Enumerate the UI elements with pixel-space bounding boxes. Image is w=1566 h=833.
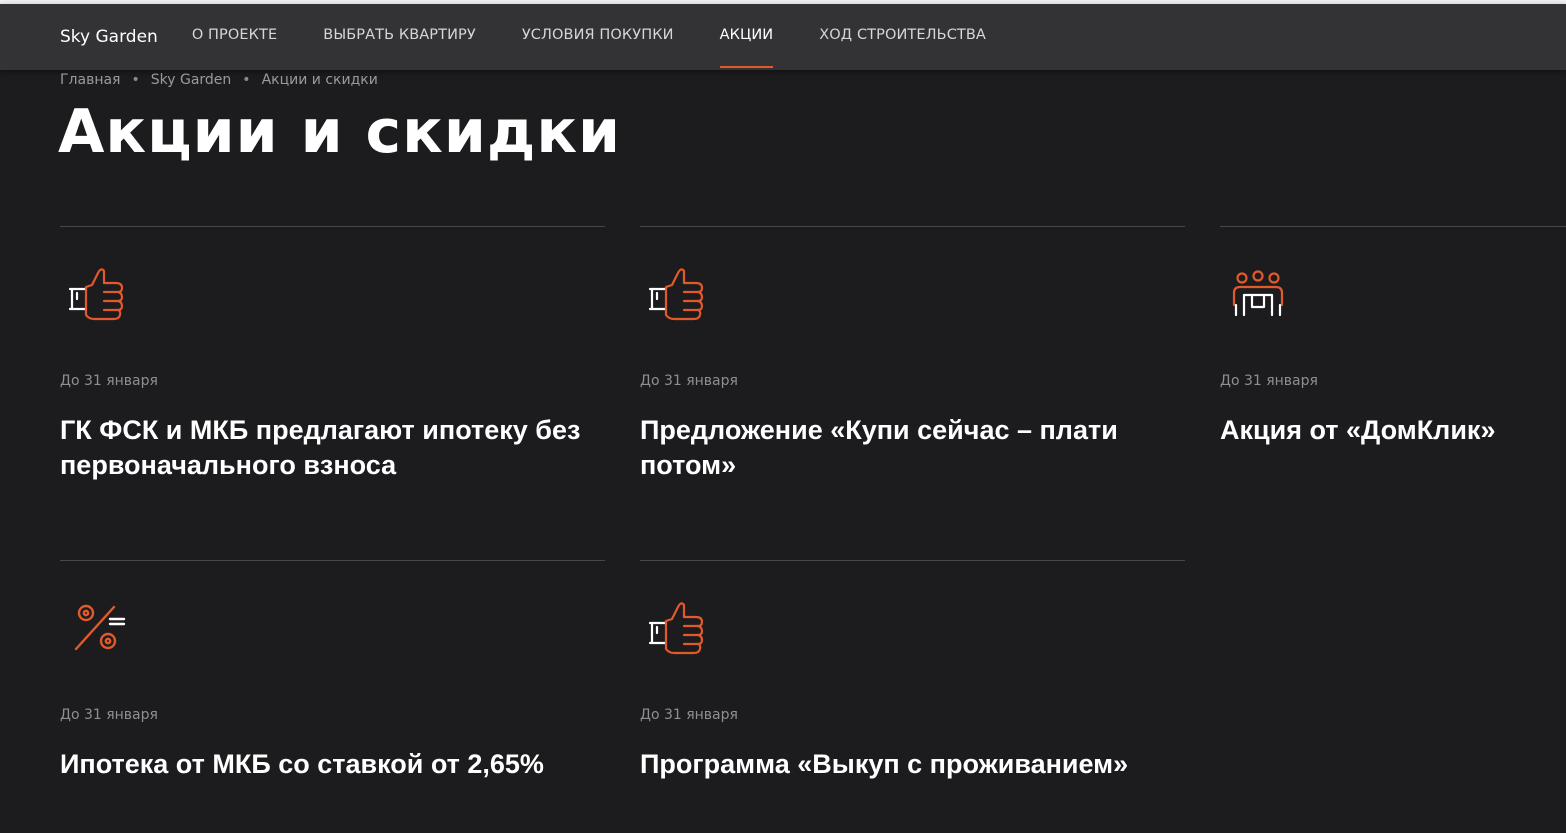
promo-date: До 31 января xyxy=(60,373,158,389)
thumbs-up-icon xyxy=(68,268,124,321)
nav-item-construction-progress[interactable]: ХОД СТРОИТЕЛЬСТВА xyxy=(819,4,986,70)
page-title: Акции и скидки xyxy=(58,97,622,167)
breadcrumb-separator: • xyxy=(242,72,251,88)
people-at-table-icon xyxy=(1232,270,1284,317)
nav-item-purchase-terms[interactable]: УСЛОВИЯ ПОКУПКИ xyxy=(522,4,674,70)
promo-card[interactable]: До 31 января Предложение «Купи сейчас – … xyxy=(640,226,1185,547)
breadcrumb-home[interactable]: Главная xyxy=(60,72,120,88)
brand-link[interactable]: Sky Garden xyxy=(60,27,158,47)
nav-item-about[interactable]: О ПРОЕКТЕ xyxy=(192,4,277,70)
thumbs-up-icon xyxy=(648,268,704,321)
promo-title[interactable]: ГК ФСК и МКБ предлагают ипотеку без перв… xyxy=(60,413,605,483)
promo-date: До 31 января xyxy=(640,373,738,389)
promo-date: До 31 января xyxy=(640,707,738,723)
nav-menu: Sky Garden О ПРОЕКТЕ ВЫБРАТЬ КВАРТИРУ УС… xyxy=(60,4,1032,70)
nav-item-choose-apartment[interactable]: ВЫБРАТЬ КВАРТИРУ xyxy=(323,4,476,70)
promo-card[interactable]: До 31 января Ипотека от МКБ со ставкой о… xyxy=(60,560,605,833)
promo-date: До 31 января xyxy=(60,707,158,723)
breadcrumb: Главная • Sky Garden • Акции и скидки xyxy=(60,70,378,90)
promo-title[interactable]: Ипотека от МКБ со ставкой от 2,65% xyxy=(60,747,605,782)
promo-card[interactable]: До 31 января ГК ФСК и МКБ предлагают ипо… xyxy=(60,226,605,547)
promo-title[interactable]: Акция от «ДомКлик» xyxy=(1220,413,1560,448)
promo-card[interactable]: До 31 января Программа «Выкуп с проживан… xyxy=(640,560,1185,833)
promo-card[interactable]: До 31 января Акция от «ДомКлик» xyxy=(1220,226,1566,547)
promo-date: До 31 января xyxy=(1220,373,1318,389)
top-navbar: Sky Garden О ПРОЕКТЕ ВЫБРАТЬ КВАРТИРУ УС… xyxy=(0,4,1566,70)
percent-icon xyxy=(74,604,126,651)
breadcrumb-project[interactable]: Sky Garden xyxy=(151,72,232,88)
nav-item-promotions[interactable]: АКЦИИ xyxy=(719,4,774,70)
breadcrumb-separator: • xyxy=(131,72,140,88)
thumbs-up-icon xyxy=(648,602,704,655)
promo-title[interactable]: Предложение «Купи сейчас – плати потом» xyxy=(640,413,1185,483)
promo-title[interactable]: Программа «Выкуп с проживанием» xyxy=(640,747,1185,782)
breadcrumb-current: Акции и скидки xyxy=(261,72,378,88)
